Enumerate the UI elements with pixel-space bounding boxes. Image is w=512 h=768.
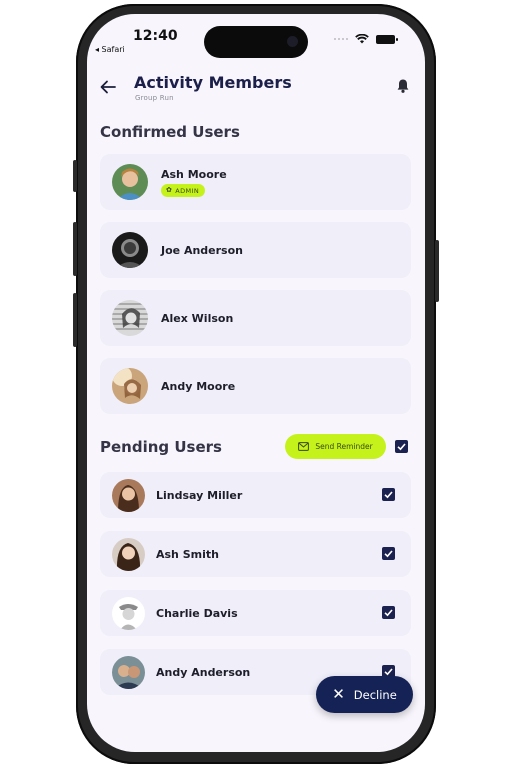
user-name: Lindsay Miller xyxy=(156,489,243,502)
phone-side-button xyxy=(73,293,77,347)
confirmed-user-card[interactable]: Alex Wilson xyxy=(100,290,411,346)
back-to-safari-link[interactable]: ◂ Safari xyxy=(95,45,125,54)
dynamic-island xyxy=(204,26,308,58)
decline-button[interactable]: ✕ Decline xyxy=(316,676,413,713)
avatar xyxy=(112,656,145,689)
back-arrow-icon[interactable] xyxy=(99,78,117,96)
user-name: Joe Anderson xyxy=(161,244,243,257)
checkmark-icon xyxy=(384,550,393,558)
user-name: Ash Smith xyxy=(156,548,219,561)
wifi-icon xyxy=(355,34,369,44)
pending-user-card[interactable]: Charlie Davis xyxy=(100,590,411,636)
confirmed-users-heading: Confirmed Users xyxy=(100,123,240,141)
confirmed-user-card[interactable]: Joe Anderson xyxy=(100,222,411,278)
user-name: Charlie Davis xyxy=(156,607,238,620)
avatar xyxy=(112,164,148,200)
user-checkbox[interactable] xyxy=(382,606,395,619)
user-checkbox[interactable] xyxy=(382,547,395,560)
page-title: Activity Members xyxy=(134,73,292,92)
pending-user-card[interactable]: Ash Smith xyxy=(100,531,411,577)
checkmark-icon xyxy=(384,491,393,499)
checkmark-icon xyxy=(384,609,393,617)
status-icons xyxy=(334,34,398,44)
confirmed-user-card[interactable]: Andy Moore xyxy=(100,358,411,414)
avatar xyxy=(112,538,145,571)
admin-badge: ✿ ADMIN xyxy=(161,184,206,197)
phone-side-button xyxy=(73,160,77,192)
status-time: 12:40 xyxy=(133,28,178,44)
avatar xyxy=(112,479,145,512)
confirmed-user-card[interactable]: Ash Moore ✿ ADMIN xyxy=(100,154,411,210)
send-reminder-label: Send Reminder xyxy=(315,442,373,451)
close-icon: ✕ xyxy=(332,685,345,703)
user-name: Alex Wilson xyxy=(161,312,234,325)
camera-icon xyxy=(287,36,298,47)
bell-icon[interactable] xyxy=(395,78,411,94)
phone-side-button xyxy=(435,240,439,302)
app-screen: 12:40 ◂ Safari Activity Members Group Ru… xyxy=(87,14,425,752)
app-header: Activity Members Group Run xyxy=(87,72,425,116)
select-all-checkbox[interactable] xyxy=(395,440,408,453)
decline-label: Decline xyxy=(353,687,397,702)
battery-icon xyxy=(376,34,398,44)
user-name: Andy Anderson xyxy=(156,666,251,679)
gear-icon: ✿ xyxy=(166,186,173,194)
avatar xyxy=(112,368,148,404)
phone-side-button xyxy=(73,222,77,276)
avatar xyxy=(112,300,148,336)
cellular-signal-icon xyxy=(334,38,348,40)
send-reminder-button[interactable]: Send Reminder xyxy=(285,434,386,459)
mail-icon xyxy=(298,442,310,451)
page-subtitle: Group Run xyxy=(135,94,174,102)
pending-users-heading: Pending Users xyxy=(100,438,222,456)
user-name: Andy Moore xyxy=(161,380,236,393)
avatar xyxy=(112,597,145,630)
user-name: Ash Moore xyxy=(161,168,227,181)
admin-badge-label: ADMIN xyxy=(175,186,200,195)
avatar xyxy=(112,232,148,268)
pending-user-card[interactable]: Lindsay Miller xyxy=(100,472,411,518)
user-checkbox[interactable] xyxy=(382,488,395,501)
checkmark-icon xyxy=(397,443,406,451)
